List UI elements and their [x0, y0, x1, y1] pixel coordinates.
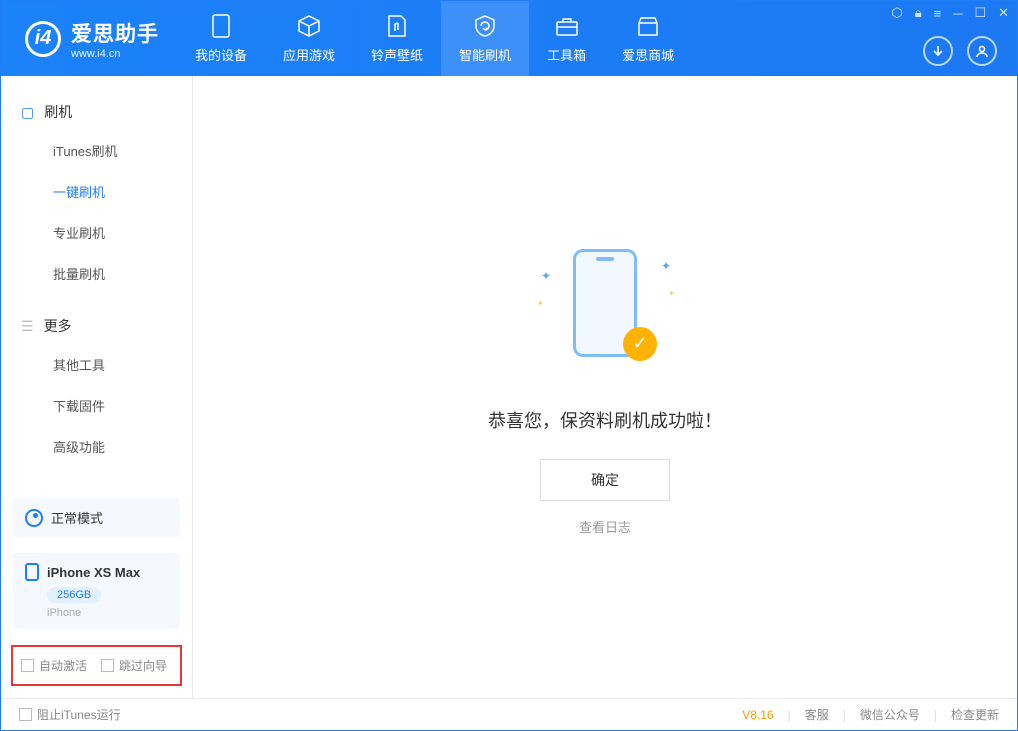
tab-ringtone-wallpaper[interactable]: 铃声壁纸 [353, 1, 441, 76]
header-actions [923, 36, 997, 66]
menu-icon[interactable]: ≡ [934, 6, 942, 21]
checkbox-block-itunes[interactable]: 阻止iTunes运行 [19, 706, 121, 723]
maximize-button[interactable]: ☐ [974, 5, 986, 21]
tab-apps-games[interactable]: 应用游戏 [265, 1, 353, 76]
checkbox-skip-guide[interactable]: 跳过向导 [101, 657, 167, 674]
store-icon [635, 13, 661, 39]
tab-store[interactable]: 爱思商城 [604, 1, 692, 76]
sidebar-item-batch-flash[interactable]: 批量刷机 [1, 253, 192, 294]
success-illustration: ✦ ✦ ✦ ✦ ✓ [535, 239, 675, 379]
device-mode-label: 正常模式 [51, 508, 103, 527]
tab-my-device[interactable]: 我的设备 [177, 1, 265, 76]
window-controls: ⬡ 🔒︎ ≡ ─ ☐ ✕ [891, 5, 1009, 21]
checkbox-icon [101, 659, 114, 672]
confirm-button[interactable]: 确定 [540, 459, 670, 501]
sidebar-item-itunes-flash[interactable]: iTunes刷机 [1, 130, 192, 171]
profile-button[interactable] [967, 36, 997, 66]
main-tabs: 我的设备 应用游戏 铃声壁纸 智能刷机 工具箱 爱思商城 [177, 1, 692, 76]
refresh-shield-icon [472, 13, 498, 39]
tab-smart-flash[interactable]: 智能刷机 [441, 1, 529, 76]
sidebar-item-pro-flash[interactable]: 专业刷机 [1, 212, 192, 253]
sidebar-item-download-firmware[interactable]: 下载固件 [1, 385, 192, 426]
app-logo-icon: i4 [25, 21, 61, 57]
list-icon: ☰ [21, 318, 34, 335]
device-icon: ▢ [21, 104, 34, 121]
check-update-link[interactable]: 检查更新 [951, 706, 999, 723]
shirt-icon[interactable]: ⬡ [891, 5, 902, 21]
sparkle-icon: ✦ [661, 259, 671, 273]
mode-icon [25, 509, 43, 527]
cube-icon [296, 13, 322, 39]
view-log-link[interactable]: 查看日志 [579, 517, 631, 536]
sidebar-item-other-tools[interactable]: 其他工具 [1, 344, 192, 385]
phone-icon [208, 13, 234, 39]
flash-options: 自动激活 跳过向导 [11, 645, 182, 686]
app-subtitle: www.i4.cn [71, 48, 159, 60]
sparkle-icon: ✦ [541, 269, 551, 283]
success-message: 恭喜您，保资料刷机成功啦！ [488, 407, 722, 433]
header: i4 爱思助手 www.i4.cn 我的设备 应用游戏 铃声壁纸 智能刷机 [1, 1, 1017, 76]
app-title: 爱思助手 [71, 18, 159, 48]
sidebar-item-advanced[interactable]: 高级功能 [1, 426, 192, 467]
close-button[interactable]: ✕ [998, 5, 1009, 21]
minimize-button[interactable]: ─ [953, 6, 962, 21]
section-more: ☰ 更多 [1, 308, 192, 344]
version-label: V8.16 [742, 708, 773, 722]
device-mode-box: 正常模式 [13, 498, 180, 537]
sparkle-icon: ✦ [537, 299, 544, 308]
device-info-box: iPhone XS Max 256GB iPhone [13, 553, 180, 629]
sparkle-icon: ✦ [668, 289, 675, 298]
lock-icon[interactable]: 🔒︎ [915, 5, 922, 21]
logo: i4 爱思助手 www.i4.cn [1, 18, 177, 60]
device-type: iPhone [47, 607, 168, 619]
main-content: ✦ ✦ ✦ ✦ ✓ 恭喜您，保资料刷机成功啦！ 确定 查看日志 [193, 76, 1017, 698]
support-link[interactable]: 客服 [805, 706, 829, 723]
wechat-link[interactable]: 微信公众号 [860, 706, 920, 723]
music-file-icon [384, 13, 410, 39]
checkbox-icon [19, 708, 32, 721]
section-flash: ▢ 刷机 [1, 94, 192, 130]
checkbox-icon [21, 659, 34, 672]
sidebar: ▢ 刷机 iTunes刷机 一键刷机 专业刷机 批量刷机 ☰ 更多 其他工具 下… [1, 76, 193, 698]
device-phone-icon [25, 563, 39, 581]
download-button[interactable] [923, 36, 953, 66]
checkbox-auto-activate[interactable]: 自动激活 [21, 657, 87, 674]
tab-toolbox[interactable]: 工具箱 [529, 1, 604, 76]
device-capacity: 256GB [47, 587, 101, 603]
footer: 阻止iTunes运行 V8.16 | 客服 | 微信公众号 | 检查更新 [1, 698, 1017, 730]
device-name: iPhone XS Max [47, 565, 140, 580]
sidebar-item-onekey-flash[interactable]: 一键刷机 [1, 171, 192, 212]
check-circle-icon: ✓ [623, 327, 657, 361]
toolbox-icon [554, 13, 580, 39]
